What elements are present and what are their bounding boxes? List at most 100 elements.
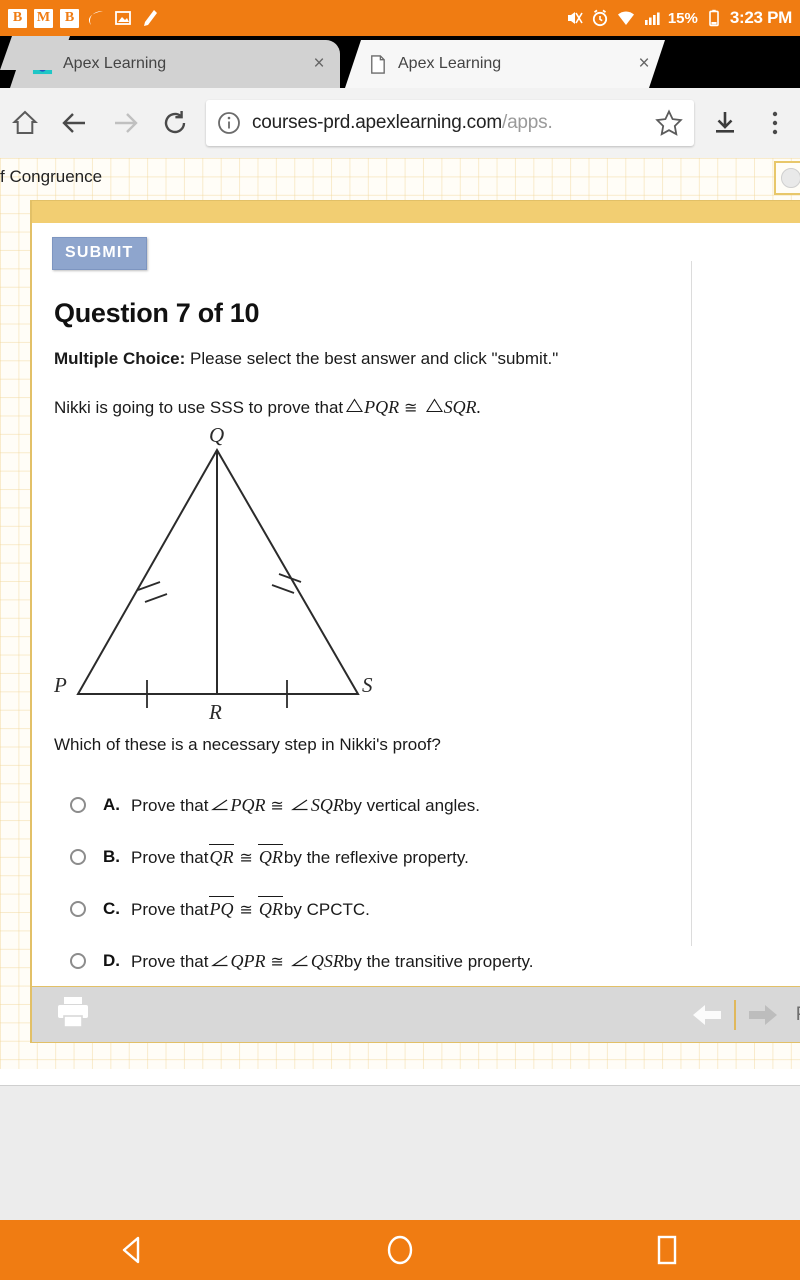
home-nav-button[interactable] <box>340 1220 460 1280</box>
mute-icon <box>567 12 583 24</box>
back-nav-button[interactable] <box>73 1220 193 1280</box>
radio-button-d[interactable] <box>70 953 86 969</box>
bookmark-b-icon-2: B <box>60 8 79 28</box>
address-bar[interactable]: courses-prd.apexlearning.com/apps. <box>206 100 694 146</box>
geometry-figure: Q P S R <box>32 423 800 733</box>
leaf-icon <box>89 11 103 25</box>
option-c-cong: ≅ <box>239 899 253 919</box>
tab-title-0: Apex Learning <box>63 55 167 72</box>
bookmark-b-icon: B <box>8 8 27 28</box>
prompt-trailing: . <box>476 397 482 417</box>
option-d-angle-2: QSR <box>310 950 344 971</box>
instructions-text: Multiple Choice: Please select the best … <box>54 349 800 369</box>
option-text-c: Prove that PQ ≅ QR by CPCTC. <box>131 895 370 920</box>
avatar <box>781 168 800 188</box>
radio-button-b[interactable] <box>70 849 86 865</box>
option-c-tail: by CPCTC. <box>283 899 370 919</box>
option-a-angle-1: PQR <box>230 794 266 815</box>
radio-button-c[interactable] <box>70 901 86 917</box>
question-prompt: Nikki is going to use SSS to prove that … <box>54 397 800 418</box>
prev-arrow-icon[interactable] <box>686 993 730 1037</box>
battery-percent-label: 15% <box>667 9 698 27</box>
status-system-icons: 15% 3:23 PM <box>564 8 792 28</box>
course-breadcrumb-heading: f Congruence <box>0 167 103 186</box>
option-text-b: Prove that QR ≅ QR by the reflexive prop… <box>131 843 469 868</box>
printer-icon[interactable] <box>54 994 94 1035</box>
next-arrow-icon[interactable] <box>740 993 784 1037</box>
option-c-lead: Prove that <box>131 899 209 919</box>
svg-text:S: S <box>362 673 373 697</box>
option-letter-a: A. <box>103 795 120 814</box>
option-d-lead: Prove that <box>131 951 209 971</box>
triangle-1-label: PQR <box>364 397 400 417</box>
option-d-angle-1: QPR <box>230 950 266 971</box>
reload-icon[interactable] <box>150 98 200 148</box>
svg-text:Q: Q <box>209 428 224 447</box>
option-b-cong: ≅ <box>239 847 253 867</box>
pen-icon <box>144 10 157 26</box>
close-icon[interactable]: × <box>633 53 655 75</box>
page-bottom-strip <box>0 1069 800 1086</box>
browser-chrome-gap <box>0 1086 800 1220</box>
card-body: SUBMIT Question 7 of 10 Multiple Choice:… <box>32 223 800 1005</box>
arrow-right-icon <box>100 98 150 148</box>
page-corner-widget[interactable] <box>774 161 800 195</box>
angle-symbol-icon-3 <box>210 952 229 966</box>
star-icon[interactable] <box>654 108 684 138</box>
option-letter-c: C. <box>103 899 120 918</box>
browser-tab-1[interactable]: Apex Learning × <box>345 40 665 88</box>
web-page-viewport: f Congruence SUBMIT Question 7 of 10 Mul… <box>0 158 800 1069</box>
signal-icon <box>644 12 660 25</box>
instructions-body: Please select the best answer and click … <box>185 349 559 368</box>
option-c-segment-1: PQ <box>208 895 234 919</box>
download-icon[interactable] <box>700 98 750 148</box>
android-nav-bar <box>0 1220 800 1280</box>
option-c-segment-2: QR <box>257 895 283 919</box>
triangle-2-label: SQR <box>443 397 477 417</box>
battery-icon <box>709 9 719 27</box>
page-document-icon <box>367 54 388 75</box>
triangle-diagram: Q P S R <box>53 423 373 724</box>
activity-card: SUBMIT Question 7 of 10 Multiple Choice:… <box>30 200 800 1006</box>
option-a-lead: Prove that <box>131 795 209 815</box>
browser-toolbar: courses-prd.apexlearning.com/apps. <box>0 88 800 158</box>
triangle-symbol-icon-2 <box>425 398 443 413</box>
page-label: Pa <box>796 1004 800 1026</box>
option-a-tail: by vertical angles. <box>343 795 480 815</box>
option-text-d: Prove that QPR ≅ QSR by the transitive p… <box>131 951 534 972</box>
status-notification-icons: B M B <box>8 8 160 28</box>
toolbar-divider <box>733 999 736 1030</box>
arrow-left-icon[interactable] <box>50 98 100 148</box>
card-header-bar <box>32 201 800 223</box>
radio-button-a[interactable] <box>70 797 86 813</box>
angle-symbol-icon <box>210 796 229 810</box>
close-icon[interactable]: × <box>308 53 330 75</box>
congruent-symbol: ≅ <box>404 398 418 417</box>
option-letter-b: B. <box>103 847 120 866</box>
activity-footer-toolbar: Pa <box>30 986 800 1043</box>
option-b-segment-1: QR <box>208 843 234 867</box>
page-info-icon[interactable] <box>216 110 242 136</box>
pagination-controls: Pa <box>686 993 800 1037</box>
angle-symbol-icon-2 <box>290 796 309 810</box>
gmail-m-icon: M <box>34 8 53 28</box>
option-a-angle-2: SQR <box>310 794 344 815</box>
submit-button[interactable]: SUBMIT <box>52 237 147 270</box>
svg-text:P: P <box>53 673 67 697</box>
address-bar-text[interactable]: courses-prd.apexlearning.com/apps. <box>252 112 654 134</box>
instructions-label: Multiple Choice: <box>54 349 186 368</box>
followup-question: Which of these is a necessary step in Ni… <box>54 735 441 754</box>
url-path: /apps. <box>501 112 553 133</box>
option-text-a: Prove that PQR ≅ SQR by vertical angles. <box>131 795 480 816</box>
recents-nav-button[interactable] <box>607 1220 727 1280</box>
home-icon[interactable] <box>0 98 50 148</box>
wifi-icon <box>617 11 634 25</box>
content-divider <box>691 261 692 946</box>
android-status-bar: B M B 15% 3:23 PM <box>0 0 800 36</box>
overflow-menu-icon[interactable] <box>750 98 800 148</box>
new-tab-button[interactable] <box>0 36 70 70</box>
svg-text:R: R <box>208 700 222 724</box>
url-domain: courses-prd.apexlearning.com <box>252 112 502 133</box>
option-d-tail: by the transitive property. <box>343 951 534 971</box>
tab-title-1: Apex Learning <box>398 55 502 72</box>
